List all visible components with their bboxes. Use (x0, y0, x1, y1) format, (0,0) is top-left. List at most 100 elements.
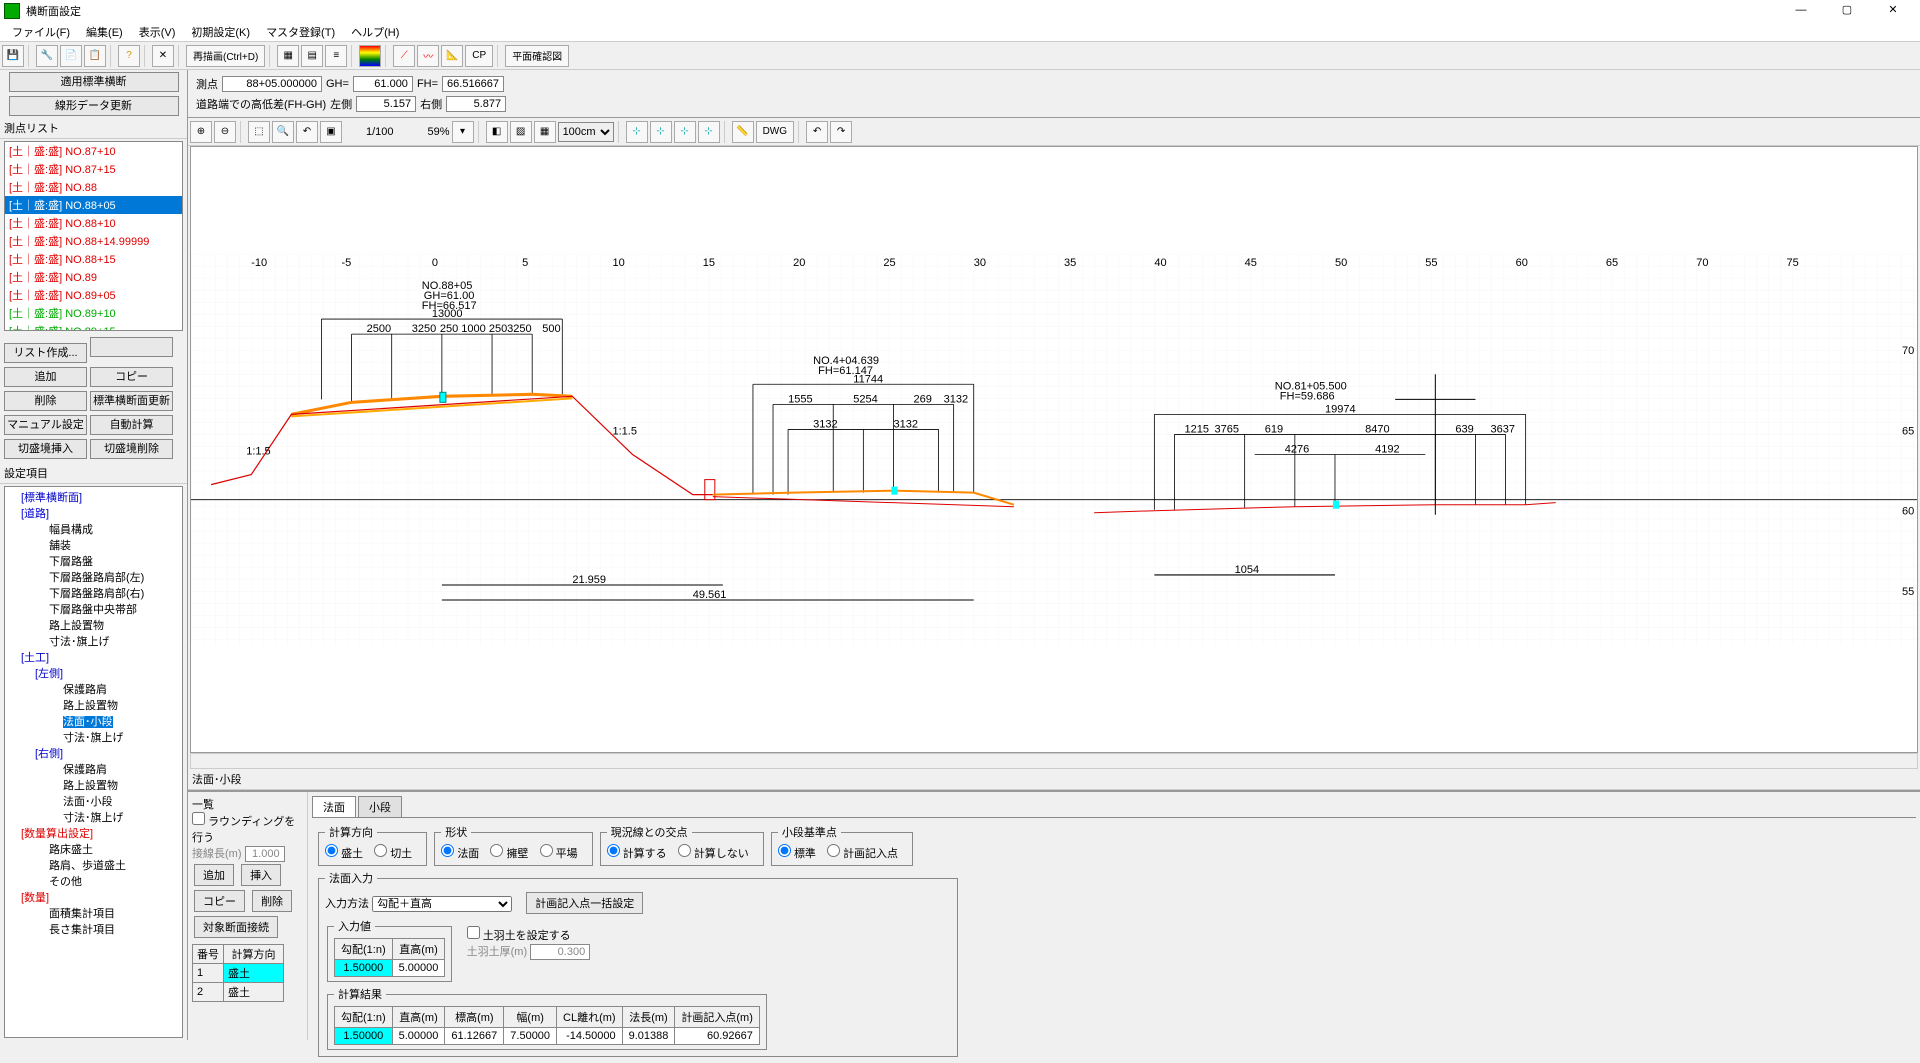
zoom-all-icon[interactable]: ▣ (320, 121, 342, 143)
measure-icon[interactable]: 📏 (732, 121, 754, 143)
line-icon-3[interactable]: 📐 (441, 45, 463, 67)
tree-node[interactable]: 下層路盤中央帯部 (49, 604, 137, 616)
plan-view-button[interactable]: 平面確認図 (505, 45, 569, 67)
tool-icon-1[interactable]: 🔧 (36, 45, 58, 67)
bp-copy-button[interactable]: コピー (194, 890, 245, 912)
tree-node[interactable]: [左側] (35, 668, 63, 680)
bp-add-button[interactable]: 追加 (194, 864, 234, 886)
station-row[interactable]: [土｜盛:盛] NO.89 (5, 268, 182, 286)
slope-list-table[interactable]: 番号計算方向 1盛土 2盛土 (192, 944, 284, 1002)
tree-node[interactable]: [数量算出設定] (21, 828, 93, 840)
tree-node[interactable]: 保護路肩 (63, 684, 107, 696)
tree-node[interactable]: 路上設置物 (63, 780, 118, 792)
topsoil-checkbox[interactable]: 土羽土を設定する (467, 930, 571, 942)
zoom-window-icon[interactable]: ⬚ (248, 121, 270, 143)
tree-node[interactable]: 保護路肩 (63, 764, 107, 776)
tree-node[interactable]: 舗装 (49, 540, 71, 552)
view-icon-2[interactable]: ▤ (301, 45, 323, 67)
list-create-button[interactable]: リスト作成... (4, 343, 87, 363)
tree-node[interactable]: [数量] (21, 892, 49, 904)
zoom-out-icon[interactable]: ⊖ (214, 121, 236, 143)
save-icon[interactable]: 💾 (2, 45, 24, 67)
layer-icon-1[interactable]: ◧ (486, 121, 508, 143)
drawing-canvas[interactable]: -10-5051015202530354045505560657075 7065… (190, 146, 1918, 753)
tab-step[interactable]: 小段 (358, 796, 402, 817)
snap-icon-1[interactable]: ⊹ (626, 121, 648, 143)
minimize-button[interactable]: — (1778, 0, 1824, 22)
tree-node[interactable]: 路上設置物 (63, 700, 118, 712)
bp-sym-button[interactable]: 対象断面接続 (194, 916, 278, 938)
menu-edit[interactable]: 編集(E) (78, 22, 131, 41)
view-icon-1[interactable]: ▦ (277, 45, 299, 67)
help-icon[interactable]: ? (118, 45, 140, 67)
tree-node[interactable]: 下層路盤 (49, 556, 93, 568)
delete-button[interactable]: 削除 (4, 391, 87, 411)
tree-node[interactable]: その他 (49, 876, 82, 888)
input-method-select[interactable]: 勾配＋直高 (372, 896, 512, 912)
zoom-in-icon[interactable]: ⊕ (190, 121, 212, 143)
height-input[interactable]: 5.00000 (392, 960, 445, 977)
zoom-dropdown-icon[interactable]: ▾ (452, 121, 474, 143)
list-edit-button[interactable] (90, 337, 173, 357)
tree-node[interactable]: 法面･小段 (63, 796, 113, 808)
snap-icon-4[interactable]: ⊹ (698, 121, 720, 143)
cp-button[interactable]: CP (465, 45, 493, 67)
tree-node[interactable]: 路上設置物 (49, 620, 104, 632)
apply-standard-button[interactable]: 適用標準横断 (9, 72, 179, 92)
line-icon-2[interactable]: 〰 (417, 45, 439, 67)
auto-calc-button[interactable]: 自動計算 (90, 415, 173, 435)
close-icon[interactable]: ✕ (152, 45, 174, 67)
radio-plan[interactable]: 計画記入点 (827, 848, 898, 860)
menu-master[interactable]: マスタ登録(T) (258, 22, 343, 41)
radio-fill[interactable]: 盛土 (325, 848, 363, 860)
add-button[interactable]: 追加 (4, 367, 87, 387)
station-row[interactable]: [土｜盛:盛] NO.87+10 (5, 142, 182, 160)
zoom-fit-icon[interactable]: 🔍 (272, 121, 294, 143)
station-row[interactable]: [土｜盛:盛] NO.88+15 (5, 250, 182, 268)
menu-help[interactable]: ヘルプ(H) (343, 22, 407, 41)
station-row[interactable]: [土｜盛:盛] NO.88 (5, 178, 182, 196)
undo-icon[interactable]: ↶ (806, 121, 828, 143)
batch-button[interactable]: 計画記入点一括設定 (526, 892, 643, 914)
manual-button[interactable]: マニュアル設定 (4, 415, 87, 435)
grid-toggle-icon[interactable]: ▦ (534, 121, 556, 143)
snap-icon-3[interactable]: ⊹ (674, 121, 696, 143)
radio-wall[interactable]: 擁壁 (490, 848, 528, 860)
tree-node[interactable]: 寸法･旗上げ (63, 732, 124, 744)
radio-flat[interactable]: 平場 (540, 848, 578, 860)
grade-input[interactable]: 1.50000 (335, 960, 393, 977)
tree-node[interactable]: 法面･小段 (63, 716, 113, 728)
cut-delete-button[interactable]: 切盛境削除 (90, 439, 173, 459)
radio-calc-yes[interactable]: 計算する (607, 848, 667, 860)
line-icon-1[interactable]: ⟋ (393, 45, 415, 67)
redraw-button[interactable]: 再描画(Ctrl+D) (186, 45, 265, 67)
color-icon[interactable] (359, 45, 381, 67)
maximize-button[interactable]: ▢ (1824, 0, 1870, 22)
menu-file[interactable]: ファイル(F) (4, 22, 78, 41)
view-icon-3[interactable]: ≡ (325, 45, 347, 67)
menu-init[interactable]: 初期設定(K) (183, 22, 258, 41)
radio-calc-no[interactable]: 計算しない (678, 848, 749, 860)
station-row[interactable]: [土｜盛:盛] NO.89+05 (5, 286, 182, 304)
station-row[interactable]: [土｜盛:盛] NO.89+15 (5, 322, 182, 331)
tree-node[interactable]: 下層路盤路肩部(右) (49, 588, 144, 600)
tree-node[interactable]: 寸法･旗上げ (63, 812, 124, 824)
station-list[interactable]: [土｜盛:盛] NO.87+10[土｜盛:盛] NO.87+15[土｜盛:盛] … (4, 141, 183, 331)
station-row[interactable]: [土｜盛:盛] NO.89+10 (5, 304, 182, 322)
canvas-scrollbar[interactable] (190, 753, 1918, 769)
tree-node[interactable]: 寸法･旗上げ (49, 636, 110, 648)
tool-icon-3[interactable]: 📋 (84, 45, 106, 67)
copy-button[interactable]: コピー (90, 367, 173, 387)
rounding-checkbox[interactable]: ラウンディングを行う (192, 816, 295, 844)
tool-icon-2[interactable]: 📄 (60, 45, 82, 67)
radio-slope[interactable]: 法面 (441, 848, 479, 860)
tree-node[interactable]: [標準横断面] (21, 492, 82, 504)
tree-node[interactable]: 面積集計項目 (49, 908, 115, 920)
station-row[interactable]: [土｜盛:盛] NO.88+05 (5, 196, 182, 214)
grid-size-select[interactable]: 100cm (558, 122, 614, 142)
std-update-button[interactable]: 標準横断面更新 (90, 391, 173, 411)
settings-tree[interactable]: [標準横断面][道路]幅員構成舗装下層路盤下層路盤路肩部(左)下層路盤路肩部(右… (4, 486, 183, 1038)
layer-icon-2[interactable]: ▨ (510, 121, 532, 143)
close-button[interactable]: ✕ (1870, 0, 1916, 22)
station-row[interactable]: [土｜盛:盛] NO.88+14.99999 (5, 232, 182, 250)
